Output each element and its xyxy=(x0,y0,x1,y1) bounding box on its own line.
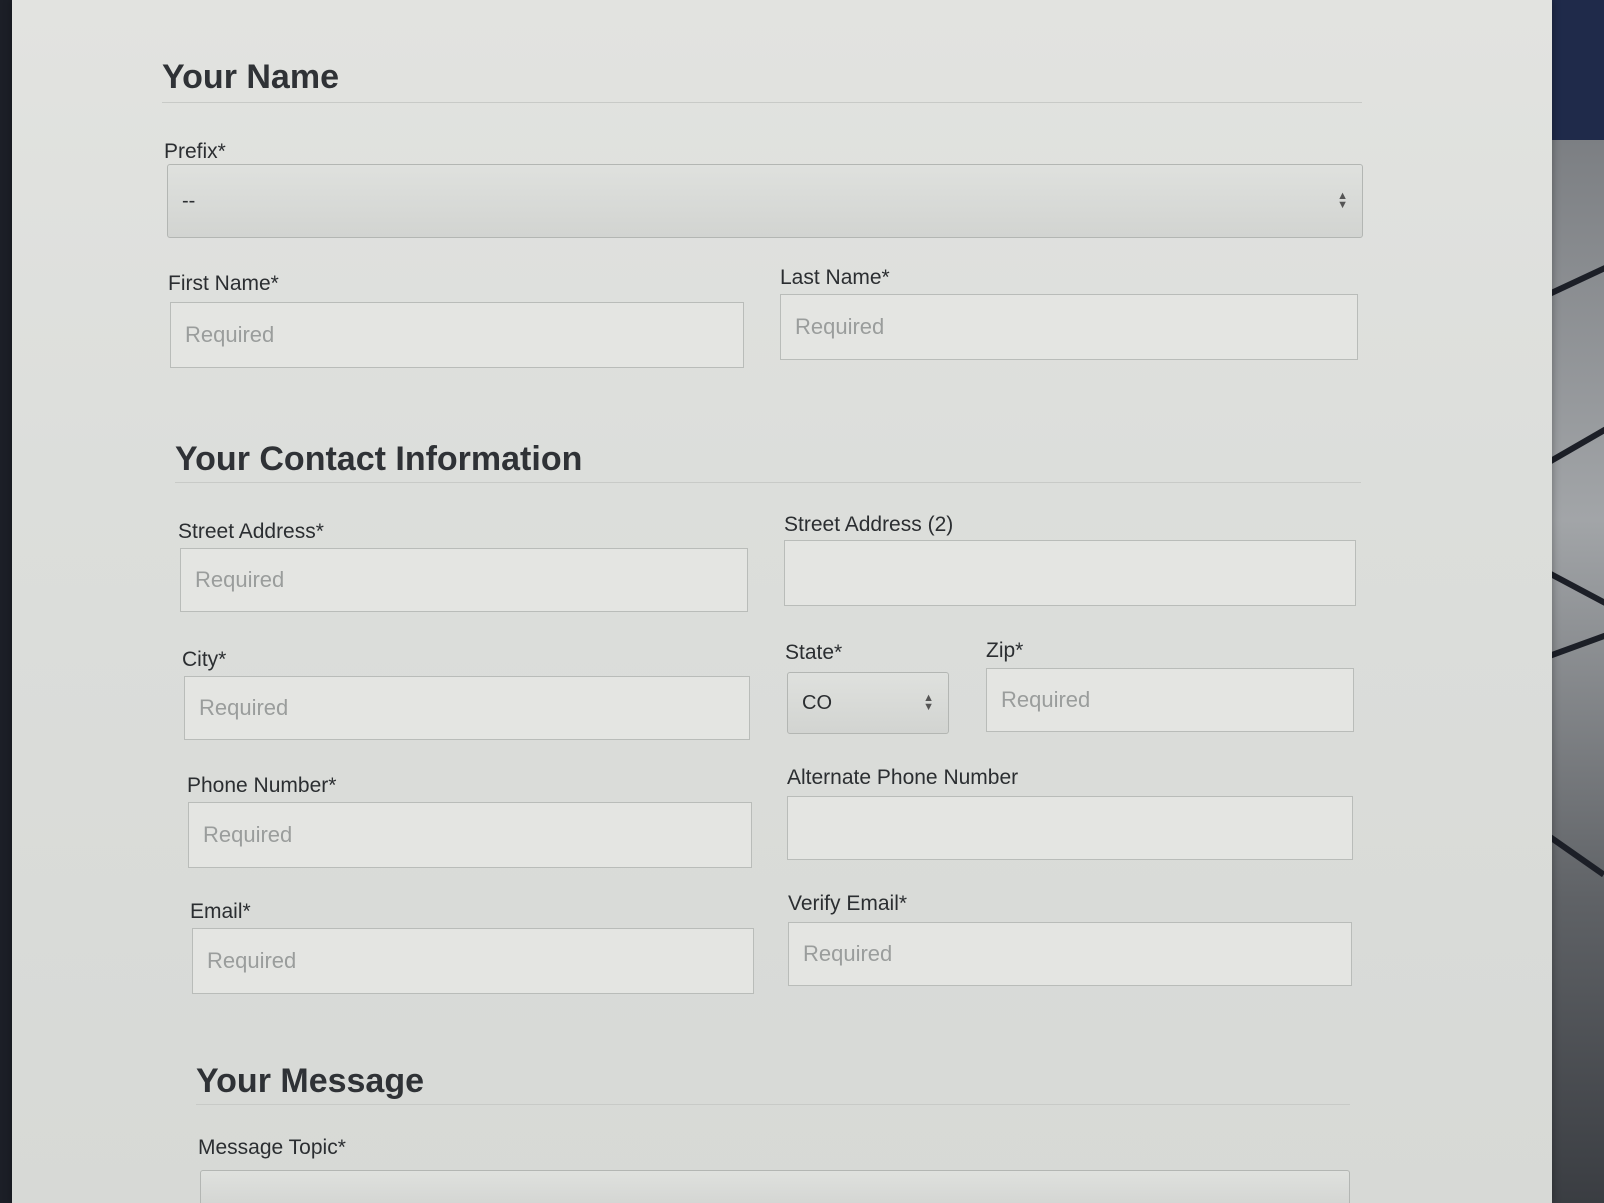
email-label: Email* xyxy=(190,900,251,923)
form-page: Your Name Prefix* -- ▲▼ First Name* Last… xyxy=(12,0,1552,1203)
state-label: State* xyxy=(785,641,843,664)
section-divider xyxy=(162,102,1362,103)
section-divider xyxy=(196,1104,1350,1105)
verify-email-label: Verify Email* xyxy=(788,892,908,915)
last-name-input[interactable] xyxy=(780,294,1358,360)
up-down-arrows-icon: ▲ ▼ xyxy=(1337,190,1348,211)
state-select[interactable]: CO ▲ ▼ xyxy=(787,672,949,734)
section-title-your-name: Your Name xyxy=(162,58,339,96)
street-address-2-label: Street Address (2) xyxy=(784,513,954,536)
city-input[interactable] xyxy=(184,676,750,740)
email-input[interactable] xyxy=(192,928,754,994)
street-address-label: Street Address* xyxy=(178,520,324,543)
up-down-arrows-icon: ▲ ▼ xyxy=(923,692,934,713)
phone-number-input[interactable] xyxy=(188,802,752,868)
verify-email-input[interactable] xyxy=(788,922,1352,986)
zip-label: Zip* xyxy=(986,639,1024,662)
prefix-label: Prefix* xyxy=(164,140,226,163)
first-name-input[interactable] xyxy=(170,302,744,368)
street-address-2-input[interactable] xyxy=(784,540,1356,606)
message-topic-select[interactable] xyxy=(200,1170,1350,1203)
prefix-select[interactable]: -- ▲ ▼ xyxy=(167,164,1363,238)
section-divider xyxy=(175,482,1361,483)
phone-number-label: Phone Number* xyxy=(187,774,337,797)
first-name-label: First Name* xyxy=(168,272,279,295)
message-topic-label: Message Topic* xyxy=(198,1136,346,1159)
state-select-value: CO xyxy=(802,691,832,714)
prefix-select-value: -- xyxy=(182,189,196,212)
section-title-your-message: Your Message xyxy=(196,1062,425,1100)
section-title-contact-information: Your Contact Information xyxy=(175,440,583,478)
alternate-phone-label: Alternate Phone Number xyxy=(787,766,1019,789)
alternate-phone-input[interactable] xyxy=(787,796,1353,860)
zip-input[interactable] xyxy=(986,668,1354,732)
street-address-input[interactable] xyxy=(180,548,748,612)
last-name-label: Last Name* xyxy=(780,266,890,289)
city-label: City* xyxy=(182,648,227,671)
